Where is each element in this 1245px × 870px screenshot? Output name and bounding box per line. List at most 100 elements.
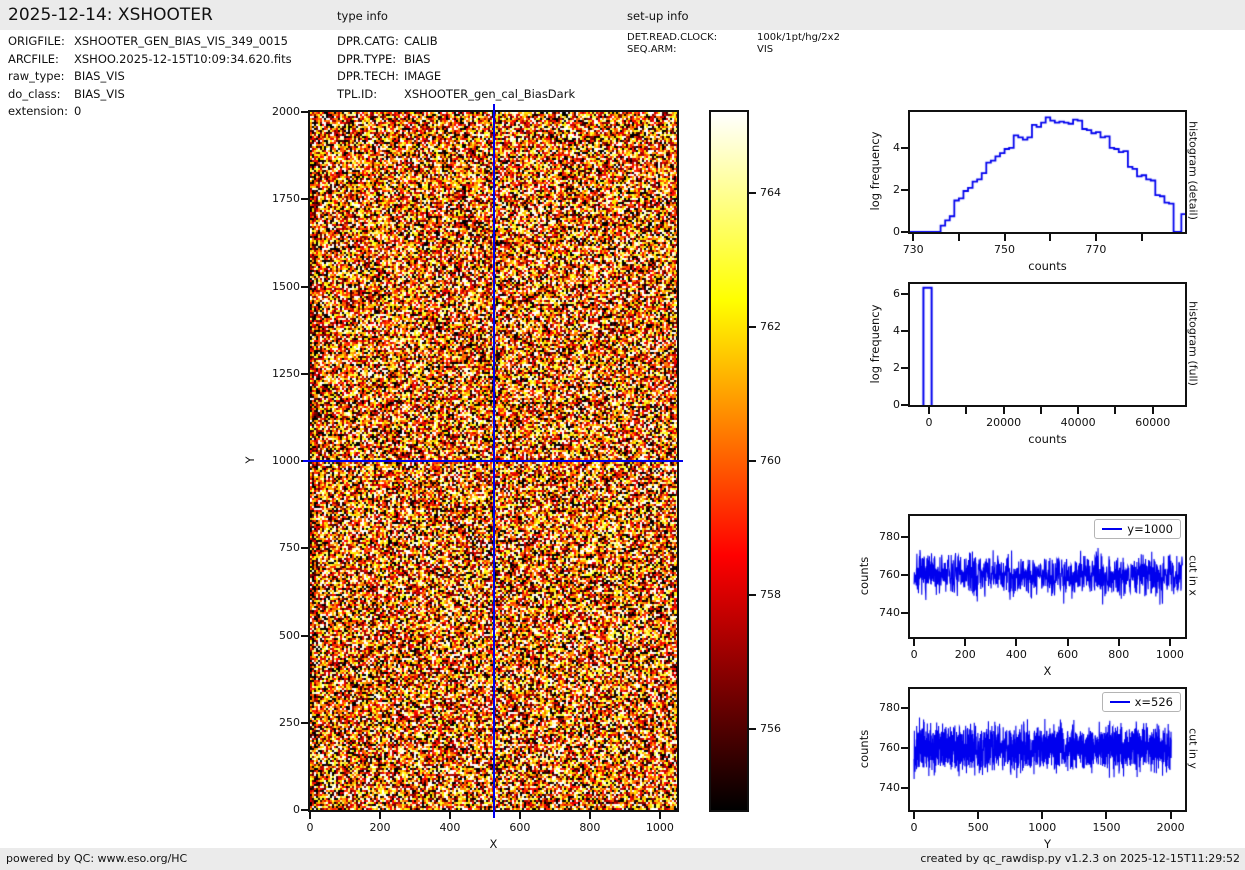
crosshair-horizontal-line [303, 460, 683, 462]
x-axis-label: X [489, 837, 498, 851]
x-axis-label: X [1043, 664, 1052, 678]
y-axis-label: counts [857, 729, 871, 768]
x-axis-tick [913, 639, 916, 646]
x-axis-tick [1168, 639, 1171, 646]
x-tick-label: 730 [902, 243, 924, 256]
y-axis-tick [901, 787, 908, 789]
info-value: BIAS [404, 51, 431, 66]
legend-box: y=1000 [1094, 519, 1181, 539]
right-axis-label: cut in x [1186, 554, 1200, 596]
y-axis-tick [901, 330, 908, 333]
y-axis-tick [901, 573, 908, 576]
legend-label: y=1000 [1127, 522, 1173, 536]
x-axis-label: counts [1028, 432, 1067, 446]
right-axis-label: histogram (full) [1186, 300, 1200, 386]
info-label: ARCFILE: [8, 51, 59, 66]
x-axis-tick [1015, 639, 1018, 646]
y-axis-tick [901, 146, 908, 149]
x-axis-tick [957, 234, 960, 241]
x-axis-tick [912, 812, 915, 819]
x-axis-tick [1002, 407, 1005, 414]
y-axis-tick [901, 188, 908, 191]
info-label: DPR.TECH: [337, 69, 399, 83]
legend-line-sample [1109, 701, 1130, 703]
setup-info-header: set-up info [627, 9, 689, 23]
x-axis-label: counts [1028, 259, 1067, 273]
x-tick-label: 600 [509, 821, 531, 834]
x-tick-label: 200 [369, 821, 391, 834]
colorbar [709, 110, 749, 812]
x-tick-label: 1500 [1092, 821, 1121, 834]
colorbar-tick [749, 460, 756, 462]
x-axis-tick [1039, 407, 1042, 414]
y-axis-tick [901, 707, 908, 709]
x-tick-label: 1000 [1028, 821, 1057, 834]
colorbar-tick [749, 594, 756, 597]
x-axis-tick [448, 812, 451, 819]
x-axis-tick [378, 812, 381, 819]
x-tick-label: 0 [306, 821, 314, 834]
x-tick-label: 40000 [1060, 416, 1096, 429]
y-axis-tick [901, 231, 908, 233]
colorbar-tick-label: 762 [760, 319, 781, 333]
info-value: IMAGE [404, 69, 442, 83]
colorbar-tick-label: 756 [760, 722, 781, 736]
info-row: DPR.TYPE: BIAS [337, 51, 575, 69]
file-info-block: ORIGFILE: XSHOOTER_GEN_BIAS_VIS_349_0015 A… [8, 33, 292, 121]
legend-line-sample [1102, 528, 1123, 530]
histogram-full-canvas [910, 284, 1185, 405]
x-axis-tick [1003, 234, 1006, 241]
x-tick-label: 1000 [645, 821, 674, 834]
colorbar-tick [749, 728, 756, 731]
x-axis-tick [1066, 639, 1069, 646]
x-axis-tick [309, 812, 311, 819]
y-axis-tick [901, 293, 908, 296]
info-row: raw_type: BIAS_VIS [8, 68, 292, 86]
info-label: raw_type: [8, 69, 65, 83]
y-axis-tick [301, 372, 308, 375]
info-label: extension: [8, 104, 68, 118]
info-value: XSHOOTER_gen_cal_BiasDark [404, 86, 576, 101]
info-value: CALIB [404, 34, 438, 48]
page-title: 2025-12-14: XSHOOTER [8, 5, 213, 25]
y-tick-label: 1250 [272, 366, 300, 380]
x-tick-label: 0 [925, 416, 933, 429]
info-row: SEQ.ARM: VIS [627, 44, 840, 56]
header-bar: 2025-12-14: XSHOOTER type info set-up in… [0, 0, 1245, 30]
x-axis-label: Y [1043, 837, 1052, 851]
x-tick-label: 60000 [1135, 416, 1171, 429]
y-axis-tick [901, 747, 908, 749]
info-label: DET.READ.CLOCK: [627, 32, 718, 43]
x-axis-tick [964, 639, 967, 646]
info-value: BIAS_VIS [74, 86, 125, 101]
x-axis-tick [658, 812, 661, 819]
y-axis-label: counts [857, 556, 871, 595]
x-axis-tick [1049, 234, 1052, 241]
colorbar-tick [749, 325, 756, 328]
y-axis-tick [901, 535, 908, 538]
x-tick-label: 500 [967, 821, 989, 834]
y-axis-tick [301, 198, 308, 201]
y-tick-label: 750 [279, 541, 300, 555]
colorbar-tick-label: 764 [760, 185, 781, 199]
info-value: 100k/1pt/hg/2x2 [757, 32, 840, 43]
info-value: BIAS_VIS [74, 69, 125, 83]
y-axis-tick [901, 404, 908, 406]
x-axis-tick [1169, 812, 1172, 819]
info-label: DPR.CATG: [337, 34, 399, 48]
info-row: DPR.TECH: IMAGE [337, 68, 575, 86]
y-tick-label: 0 [293, 803, 300, 816]
x-axis-tick [1041, 812, 1044, 819]
y-axis-tick [301, 111, 308, 113]
footer-script-credit: created by qc_rawdisp.py v1.2.3 on 2025-… [920, 852, 1240, 865]
setup-info-block: DET.READ.CLOCK: 100k/1pt/hg/2x2 SEQ.ARM: VI… [627, 32, 840, 55]
footer-bar: powered by QC: www.eso.org/HC created by… [0, 848, 1245, 870]
y-tick-label: 1000 [272, 454, 300, 467]
info-row: do_class: BIAS_VIS [8, 86, 292, 104]
info-value: 0 [74, 104, 82, 118]
y-tick-label: 1500 [272, 279, 300, 293]
x-axis-tick [977, 812, 980, 819]
y-axis-tick [301, 547, 308, 550]
histogram-full-plot [908, 282, 1187, 407]
colorbar-gradient [711, 112, 747, 810]
